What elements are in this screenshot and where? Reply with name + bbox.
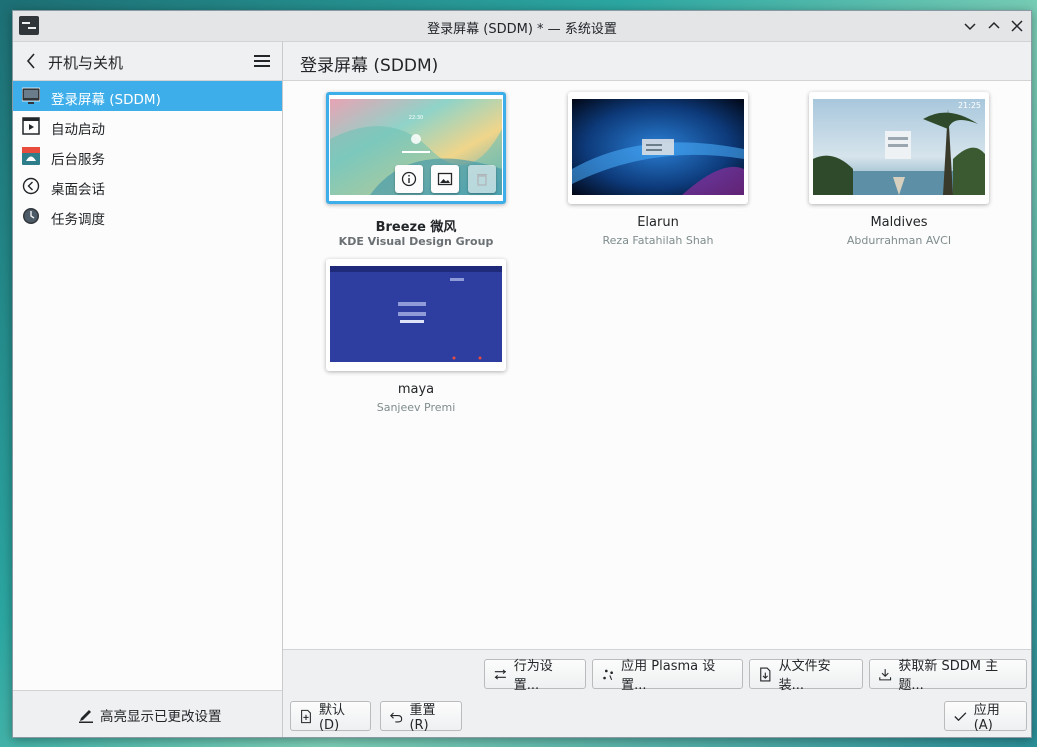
settings-window: 登录屏幕 (SDDM) * — 系统设置 开机与关机 登录屏幕 (SDDM) 自… — [12, 10, 1032, 738]
image-icon — [437, 172, 453, 186]
theme-author: KDE Visual Design Group — [338, 235, 494, 248]
highlight-changed-settings-label: 高亮显示已更改设置 — [100, 709, 222, 725]
close-icon — [1011, 20, 1023, 32]
defaults-button[interactable]: 默认(D) — [290, 701, 371, 733]
sidebar-item-desktop-session[interactable]: 桌面会话 — [13, 171, 282, 201]
behavior-settings-button[interactable]: 行为设置... — [484, 659, 586, 693]
chevron-down-icon — [964, 23, 976, 31]
theme-name: Maldives — [870, 215, 928, 230]
sidebar-footer: 高亮显示已更改设置 — [13, 690, 282, 737]
main-header: 登录屏幕 (SDDM) — [283, 42, 1031, 81]
clock-icon — [22, 207, 40, 225]
apply-plasma-settings-label: 应用 Plasma 设置... — [621, 659, 716, 693]
sidebar-item-autostart[interactable]: 自动启动 — [13, 111, 282, 141]
get-new-sddm-themes-button[interactable]: 获取新 SDDM 主题... — [869, 659, 1027, 693]
theme-preview-elarun — [572, 99, 744, 195]
apply-button[interactable]: 应用(A) — [944, 701, 1027, 733]
install-from-file-label: 从文件安装... — [778, 659, 831, 693]
title-bar[interactable]: 登录屏幕 (SDDM) * — 系统设置 — [13, 11, 1031, 42]
sidebar-item-login-screen[interactable]: 登录屏幕 (SDDM) — [13, 81, 282, 111]
close-button[interactable] — [1008, 17, 1026, 35]
apply-plasma-settings-button[interactable]: 应用 Plasma 设置... — [592, 659, 743, 693]
theme-author: Sanjeev Premi — [376, 401, 456, 414]
apply-label: 应用(A) — [973, 703, 1000, 733]
highlight-changed-settings-button[interactable]: 高亮显示已更改设置 — [78, 705, 222, 725]
theme-name: Elarun — [637, 215, 679, 230]
theme-author: Abdurrahman AVCI — [846, 234, 952, 247]
window-title: 登录屏幕 (SDDM) * — 系统设置 — [427, 22, 617, 37]
sidebar-item-label: 自动启动 — [51, 122, 105, 138]
theme-card-elarun[interactable] — [568, 92, 748, 204]
theme-wallpaper-button[interactable] — [431, 165, 459, 193]
theme-card-maldives[interactable]: 21:25 — [809, 92, 989, 204]
sidebar-item-services[interactable]: 后台服务 — [13, 141, 282, 171]
behavior-settings-label: 行为设置... — [513, 659, 553, 693]
reset-button[interactable]: 重置(R) — [380, 701, 462, 733]
svg-text:22:30: 22:30 — [409, 115, 423, 121]
pen-icon — [79, 710, 93, 723]
theme-name: Breeze 微风 — [375, 220, 457, 235]
chevron-up-icon — [988, 21, 1000, 29]
theme-preview-maldives: 21:25 — [813, 99, 985, 195]
install-from-file-button[interactable]: 从文件安装... — [749, 659, 863, 693]
theme-card-breeze[interactable]: 22:30 — [326, 92, 506, 204]
document-defaults-icon — [301, 709, 311, 723]
settings-sliders-icon — [494, 669, 506, 679]
monitor-icon — [21, 87, 41, 105]
file-install-icon — [760, 667, 771, 681]
sidebar-header: 开机与关机 — [13, 42, 282, 81]
sidebar-item-task-scheduler[interactable]: 任务调度 — [13, 201, 282, 231]
theme-name: maya — [397, 382, 435, 397]
services-icon — [22, 147, 40, 165]
svg-text:21:25: 21:25 — [958, 101, 981, 110]
reset-label: 重置(R) — [409, 703, 436, 733]
main-panel: 登录屏幕 (SDDM) 22:30 Breeze 微风 KDE Visual D… — [283, 42, 1031, 737]
sidebar: 开机与关机 登录屏幕 (SDDM) 自动启动 后台服务 桌面会话 任务调度 高亮… — [13, 42, 283, 737]
hamburger-menu-button[interactable] — [252, 52, 272, 70]
sidebar-item-label: 后台服务 — [51, 152, 105, 168]
plasma-sparkle-icon — [603, 669, 613, 680]
theme-info-button[interactable] — [395, 165, 423, 193]
sidebar-item-label: 桌面会话 — [51, 182, 105, 198]
sidebar-list: 登录屏幕 (SDDM) 自动启动 后台服务 桌面会话 任务调度 — [13, 81, 282, 231]
theme-delete-button[interactable] — [468, 165, 496, 193]
minimize-button[interactable] — [961, 17, 979, 35]
hamburger-icon — [254, 55, 270, 67]
theme-author: Reza Fatahilah Shah — [602, 234, 714, 247]
sidebar-item-label: 任务调度 — [51, 212, 105, 228]
session-icon — [22, 177, 40, 195]
trash-icon — [477, 174, 487, 186]
theme-preview-maya — [330, 266, 502, 362]
autostart-icon — [22, 117, 40, 135]
checkmark-icon — [954, 711, 967, 721]
theme-card-maya[interactable] — [326, 259, 506, 371]
maximize-button[interactable] — [985, 17, 1003, 35]
sidebar-title: 开机与关机 — [48, 54, 124, 72]
get-new-sddm-themes-label: 获取新 SDDM 主题... — [898, 659, 999, 693]
back-button[interactable] — [23, 52, 41, 70]
chevron-left-icon — [26, 53, 35, 69]
defaults-label: 默认(D) — [318, 703, 345, 733]
info-icon — [401, 171, 417, 187]
theme-grid: 22:30 Breeze 微风 KDE Visual Design Group … — [283, 81, 1031, 649]
download-icon — [879, 668, 892, 680]
bottom-button-bar: 行为设置... 应用 Plasma 设置... 从文件安装... 获取新 SDD… — [283, 649, 1031, 737]
sidebar-item-label: 登录屏幕 (SDDM) — [51, 92, 161, 108]
page-title: 登录屏幕 (SDDM) — [300, 56, 439, 76]
undo-icon — [390, 712, 403, 722]
